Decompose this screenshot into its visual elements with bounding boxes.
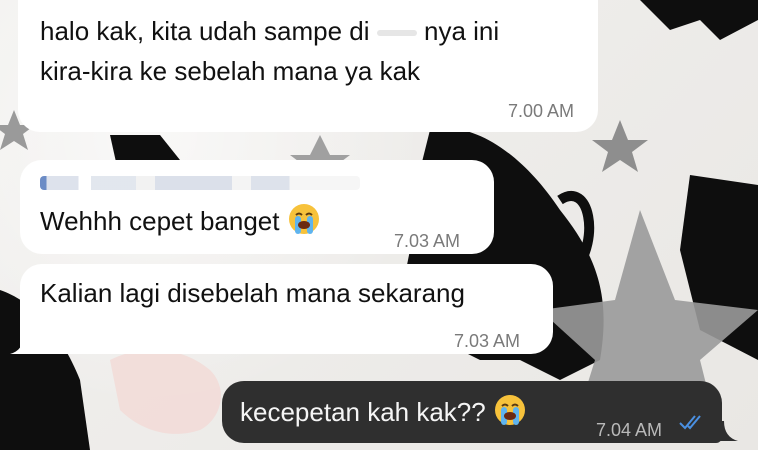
message-bubble-incoming[interactable]: Kalian lagi disebelah mana sekarang 7.03…	[20, 264, 553, 354]
message-text-line2: kira-kira ke sebelah mana ya kak	[40, 56, 421, 86]
message-timestamp: 7.00 AM	[507, 101, 574, 121]
message-bubble-incoming[interactable]: Wehhh cepet banget 7.03 AM	[20, 160, 494, 254]
message-text: kecepetan kah kak??	[240, 393, 527, 431]
loudly-crying-face-icon	[494, 395, 525, 425]
message-timestamp: 7.03 AM	[454, 331, 521, 351]
message-text: Kalian lagi disebelah mana sekarang	[40, 278, 465, 308]
cat-ear	[640, 0, 758, 40]
message-text: halo kak, kita udah sampe di nya ini	[40, 12, 499, 50]
bubble-tail	[10, 334, 32, 354]
loudly-crying-face-icon	[288, 204, 319, 234]
read-double-check-icon	[679, 415, 701, 430]
star-decoration	[592, 120, 648, 172]
message-text-part: nya ini	[424, 16, 500, 46]
message-text-part: halo kak, kita udah sampe di	[40, 16, 370, 46]
message-text-part: kecepetan kah kak??	[240, 397, 486, 427]
message-timestamp: 7.04 AM	[596, 420, 663, 440]
message-text-part: Wehhh cepet banget	[40, 206, 280, 236]
bow-decoration	[110, 349, 221, 434]
message-bubble-incoming[interactable]: halo kak, kita udah sampe di nya ini kir…	[18, 0, 598, 132]
redacted-text	[376, 30, 417, 37]
message-bubble-outgoing[interactable]: kecepetan kah kak?? 7.04 AM	[222, 381, 722, 443]
sender-name-redacted	[40, 176, 360, 190]
bubble-tail	[716, 421, 738, 441]
message-timestamp: 7.03 AM	[394, 231, 461, 251]
message-text: Wehhh cepet banget	[40, 202, 321, 240]
